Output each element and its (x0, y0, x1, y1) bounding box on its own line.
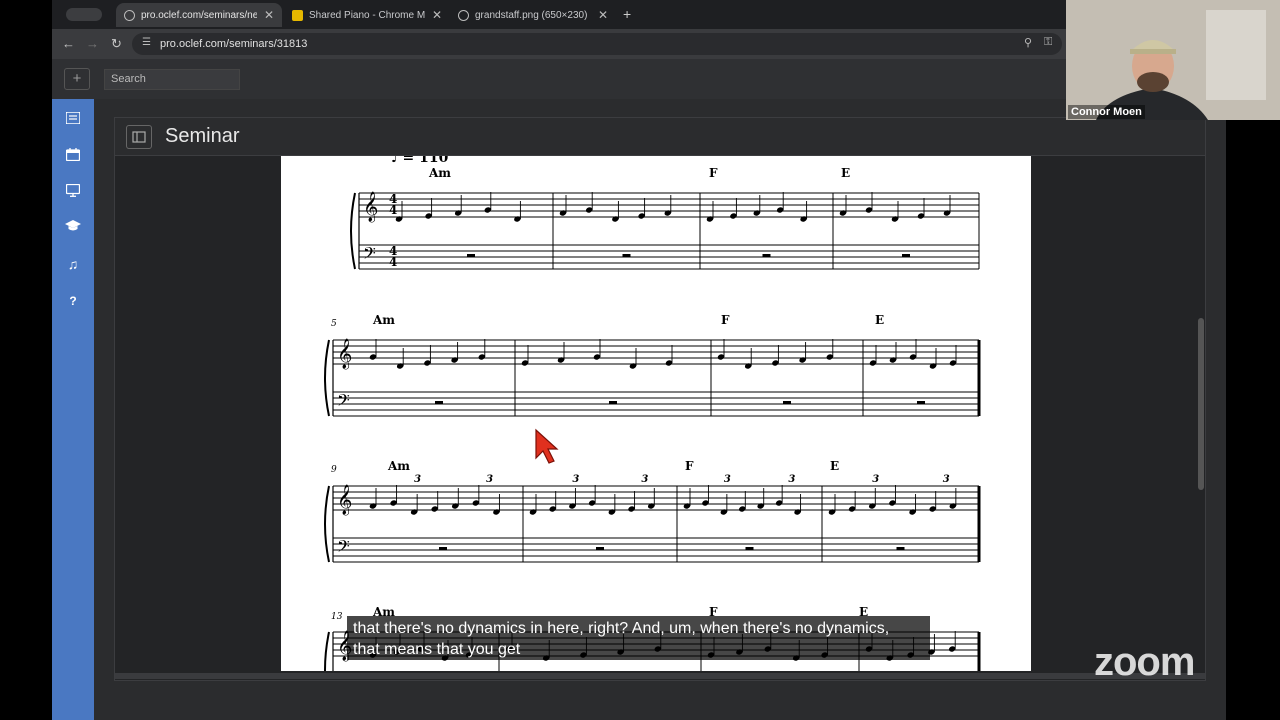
tab-seminar[interactable]: pro.oclef.com/seminars/new? ✕ (116, 3, 282, 27)
page-title: Seminar (165, 125, 240, 147)
add-button[interactable]: + (64, 68, 90, 90)
time-signature: 4 (389, 203, 397, 217)
tempo-marking: ♩ = 110 (391, 156, 449, 166)
participant-name: Connor Moen (1068, 105, 1145, 119)
chord-symbol: F (721, 313, 730, 327)
measure-number: 9 (331, 465, 337, 475)
whole-rest (745, 547, 754, 550)
whole-rest (622, 254, 631, 257)
caption-line: that means that you get (353, 641, 521, 658)
brace (324, 339, 330, 417)
whole-rest (896, 547, 905, 550)
tab-bar: pro.oclef.com/seminars/new? ✕ Shared Pia… (52, 0, 1226, 29)
chord-symbol: E (875, 313, 884, 327)
mouse-cursor-icon (535, 428, 559, 464)
tab-shared-piano[interactable]: Shared Piano - Chrome Musi ✕ (284, 3, 450, 27)
back-icon[interactable]: ← (62, 36, 75, 51)
treble-clef: 𝄞 (337, 338, 352, 370)
whole-rest (783, 401, 791, 404)
browser-window: pro.oclef.com/seminars/new? ✕ Shared Pia… (52, 0, 1226, 720)
whole-rest (609, 401, 617, 404)
brace (324, 631, 330, 671)
browser-toolbar: ← → ↻ ☰ pro.oclef.com/seminars/31813 ⚲ ⚿ (52, 29, 1226, 59)
panel-header: Seminar (115, 118, 1205, 156)
whole-rest (435, 401, 443, 404)
sheet-music-image: 𝄞𝄢AmFE𝄞𝄢AmFE5𝄞𝄢AmFE933333333𝄞𝄢AmFE134444… (281, 156, 1031, 671)
chord-symbol: E (841, 166, 850, 180)
list-icon[interactable] (64, 111, 82, 128)
bass-clef: 𝄢 (337, 390, 350, 414)
triplet-mark: 3 (572, 474, 579, 485)
key-icon[interactable]: ⚿ (1044, 36, 1052, 49)
scrollbar[interactable] (1198, 318, 1204, 490)
search-input[interactable]: Search (104, 69, 240, 90)
forward-icon[interactable]: → (86, 36, 99, 51)
zoom-icon[interactable]: ⚲ (1024, 36, 1032, 49)
chord-symbol: F (685, 459, 694, 473)
site-favicon-icon (124, 9, 135, 21)
horizontal-scrollbar[interactable] (115, 673, 1205, 679)
close-icon[interactable]: ✕ (432, 8, 442, 22)
live-caption: that there's no dynamics in here, right?… (347, 616, 930, 660)
chord-symbol: E (830, 459, 839, 473)
graduation-cap-icon[interactable] (64, 220, 82, 236)
triplet-mark: 3 (788, 474, 795, 485)
chord-symbol: Am (387, 459, 410, 473)
sidebar: ♫ ? (52, 99, 94, 720)
bass-clef: 𝄢 (337, 536, 350, 560)
piano-favicon-icon (292, 9, 303, 21)
seminar-panel: Seminar 𝄞𝄢AmFE𝄞𝄢AmFE5𝄞𝄢AmFE933333333𝄞𝄢Am… (114, 117, 1206, 681)
chord-symbol: Am (428, 166, 451, 180)
brace (350, 192, 356, 270)
tab-title: grandstaff.png (650×230) (475, 9, 588, 21)
tab-title: pro.oclef.com/seminars/new? (141, 9, 257, 21)
zoom-logo: zoom (1094, 640, 1195, 684)
whole-rest (762, 254, 771, 257)
chord-symbol: Am (372, 313, 395, 327)
whole-rest (917, 401, 925, 404)
triplet-mark: 3 (943, 474, 950, 485)
reload-icon[interactable]: ↻ (111, 36, 122, 52)
address-bar[interactable]: ☰ pro.oclef.com/seminars/31813 ⚲ ⚿ (132, 33, 1062, 55)
tab-title: Shared Piano - Chrome Musi (309, 9, 425, 21)
url-text: pro.oclef.com/seminars/31813 (160, 38, 308, 50)
triplet-mark: 3 (724, 474, 731, 485)
caption-line: that there's no dynamics in here, right?… (353, 620, 890, 637)
monitor-icon[interactable] (64, 183, 82, 200)
whole-rest (467, 254, 475, 257)
whole-rest (439, 547, 447, 550)
whole-rest (902, 254, 910, 257)
brace (324, 485, 330, 563)
close-icon[interactable]: ✕ (598, 8, 608, 22)
whole-rest (596, 547, 604, 550)
music-note-icon[interactable]: ♫ (64, 256, 82, 272)
new-tab-button[interactable]: + (623, 6, 631, 22)
globe-icon (458, 9, 469, 21)
calendar-icon[interactable] (64, 148, 82, 164)
sidebar-toggle-button[interactable] (126, 125, 152, 149)
participant-video: Connor Moen (1066, 0, 1280, 120)
triplet-mark: 3 (486, 474, 493, 485)
treble-clef: 𝄞 (363, 191, 378, 223)
question-icon[interactable]: ? (64, 293, 82, 309)
treble-clef: 𝄞 (337, 484, 352, 516)
triplet-mark: 3 (641, 474, 648, 485)
tab-grandstaff[interactable]: grandstaff.png (650×230) ✕ (450, 3, 616, 27)
window-controls[interactable] (66, 8, 102, 21)
app-header: + Search (52, 59, 1226, 99)
triplet-mark: 3 (872, 474, 879, 485)
bass-clef: 𝄢 (363, 243, 376, 267)
measure-number: 13 (331, 612, 343, 622)
measure-number: 5 (331, 319, 337, 329)
site-info-icon[interactable]: ☰ (142, 37, 151, 48)
triplet-mark: 3 (414, 474, 421, 485)
panel-toggle-icon (132, 131, 146, 143)
time-signature: 4 (389, 255, 397, 269)
grand-staff-score: 𝄞𝄢AmFE𝄞𝄢AmFE5𝄞𝄢AmFE933333333𝄞𝄢AmFE134444 (324, 166, 981, 671)
person-avatar (1066, 0, 1280, 120)
chord-symbol: F (709, 166, 718, 180)
close-icon[interactable]: ✕ (264, 8, 274, 22)
